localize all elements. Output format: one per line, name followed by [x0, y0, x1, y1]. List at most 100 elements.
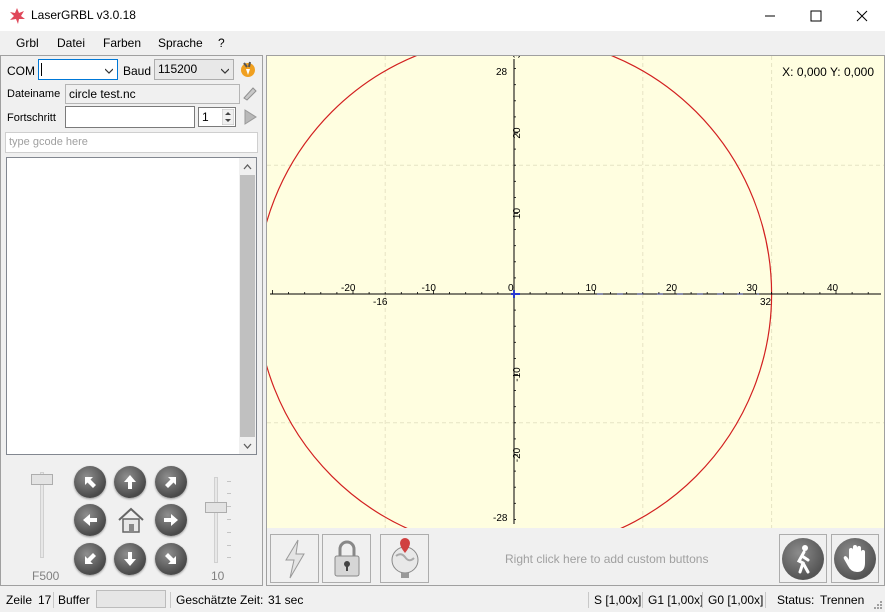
- preview-canvas[interactable]: -20-10010203040302010-10-20 -16 32 28 -2…: [267, 56, 884, 528]
- jog-left-button[interactable]: [74, 504, 106, 536]
- estimated-time-label: Geschätzte Zeit:: [176, 593, 264, 607]
- chevron-down-icon: [221, 68, 229, 74]
- slider-tick: [227, 506, 231, 507]
- jog-up-left-button[interactable]: [74, 466, 106, 498]
- preview-panel: -20-10010203040302010-10-20 -16 32 28 -2…: [266, 55, 885, 586]
- menu-farben[interactable]: Farben: [103, 36, 141, 50]
- status-separator: [170, 592, 171, 608]
- y-extent-label-max: 28: [496, 67, 508, 78]
- jog-right-button[interactable]: [155, 504, 187, 536]
- scroll-up-button[interactable]: [239, 158, 256, 175]
- stop-hand-icon: [843, 544, 865, 572]
- progress-bar: [65, 106, 195, 128]
- walk-button-circle: [782, 537, 824, 580]
- scroll-down-button[interactable]: [239, 437, 256, 454]
- x-tick-label: 20: [666, 283, 678, 294]
- y-tick-label: -20: [512, 447, 523, 462]
- speed-slider[interactable]: [27, 468, 57, 563]
- jog-down-right-button[interactable]: [155, 543, 187, 575]
- x-tick-label: -20: [341, 283, 356, 294]
- play-icon[interactable]: [243, 109, 257, 125]
- step-slider-knob[interactable]: [205, 502, 227, 513]
- window-title: LaserGRBL v3.0.18: [31, 8, 136, 22]
- laser-leaf-icon: [10, 8, 25, 24]
- jog-up-right-button[interactable]: [155, 466, 187, 498]
- x-tick-label: 30: [747, 283, 759, 294]
- menu-bar: Grbl Datei Farben Sprache ?: [0, 31, 885, 55]
- g1-override[interactable]: G1 [1,00x]: [648, 593, 703, 607]
- home-icon: [117, 507, 144, 533]
- speed-slider-knob[interactable]: [31, 474, 53, 485]
- jog-down-left-button[interactable]: [74, 543, 106, 575]
- coordinate-readout: X: 0,000 Y: 0,000: [782, 65, 874, 79]
- x-tick-label: -10: [422, 283, 437, 294]
- copies-value: 1: [202, 110, 209, 124]
- chevron-down-icon: [243, 443, 252, 449]
- walking-person-icon: [796, 544, 810, 573]
- slider-tick: [227, 557, 231, 558]
- status-separator: [588, 592, 589, 608]
- connect-plug-icon[interactable]: [238, 59, 258, 79]
- close-button[interactable]: [839, 0, 885, 31]
- y-extent-label-min: -28: [493, 513, 508, 524]
- s-override[interactable]: S [1,00x]: [594, 593, 641, 607]
- maximize-button[interactable]: [793, 0, 839, 31]
- line-value: 17: [38, 593, 52, 607]
- slider-tick: [227, 519, 231, 520]
- text-cursor: [41, 63, 42, 76]
- zero-position-button[interactable]: [380, 534, 429, 583]
- jog-home-button[interactable]: [114, 504, 147, 536]
- walk-button[interactable]: [779, 534, 827, 583]
- slider-tick: [227, 493, 231, 494]
- gcode-log-list[interactable]: [6, 157, 257, 455]
- menu-grbl[interactable]: Grbl: [16, 36, 39, 50]
- resize-grip-icon[interactable]: [872, 599, 882, 609]
- arrow-right-icon: [164, 514, 178, 526]
- title-bar: LaserGRBL v3.0.18: [0, 0, 885, 31]
- unlock-button[interactable]: [322, 534, 371, 583]
- arrow-down-left-icon: [85, 553, 96, 564]
- minimize-icon: [765, 15, 775, 16]
- com-port-select[interactable]: [38, 59, 118, 80]
- filename-value: circle test.nc: [69, 87, 136, 101]
- status-separator: [765, 592, 766, 608]
- filename-field: circle test.nc: [65, 84, 240, 104]
- flash-button[interactable]: [270, 534, 319, 583]
- arrow-down-icon: [124, 552, 136, 566]
- buffer-label: Buffer: [58, 593, 90, 607]
- menu-sprache[interactable]: Sprache: [158, 36, 203, 50]
- y-tick-label: 10: [512, 208, 523, 220]
- stepper-arrows-icon[interactable]: [222, 109, 234, 125]
- step-slider[interactable]: [201, 473, 231, 568]
- step-slider-track: [214, 477, 218, 563]
- arrow-down-right-icon: [165, 553, 176, 564]
- stop-button-circle: [834, 537, 876, 580]
- estimated-time-value: 31 sec: [268, 593, 304, 607]
- filename-label: Dateiname: [7, 88, 61, 100]
- open-file-icon[interactable]: [242, 85, 259, 102]
- globe-pin-icon: [391, 537, 418, 578]
- baud-label: Baud: [123, 64, 152, 78]
- gcode-input[interactable]: type gcode here: [5, 132, 258, 153]
- buffer-bar: [96, 590, 166, 608]
- preview-plot: -20-10010203040302010-10-20 -16 32 28 -2…: [267, 56, 884, 528]
- menu-datei[interactable]: Datei: [57, 36, 85, 50]
- arrow-up-left-icon: [85, 477, 96, 488]
- baud-select[interactable]: 115200: [154, 59, 234, 80]
- copies-stepper[interactable]: 1: [198, 107, 236, 127]
- jog-up-button[interactable]: [114, 466, 146, 498]
- menu-help[interactable]: ?: [218, 36, 225, 50]
- minimize-button[interactable]: [747, 0, 793, 31]
- y-tick-label: 30: [512, 56, 523, 58]
- scroll-thumb[interactable]: [240, 175, 255, 437]
- stop-button[interactable]: [831, 534, 879, 583]
- log-scrollbar[interactable]: [239, 158, 256, 454]
- jog-down-button[interactable]: [114, 543, 146, 575]
- custom-buttons-hint[interactable]: Right click here to add custom buttons: [505, 552, 708, 566]
- g0-override[interactable]: G0 [1,00x]: [708, 593, 763, 607]
- status-label: Status:: [777, 593, 815, 607]
- slider-tick: [227, 545, 231, 546]
- status-value: Trennen: [820, 593, 865, 607]
- status-bar: Zeile 17 Buffer Geschätzte Zeit: 31 sec …: [0, 588, 885, 612]
- arrow-up-right-icon: [165, 477, 176, 488]
